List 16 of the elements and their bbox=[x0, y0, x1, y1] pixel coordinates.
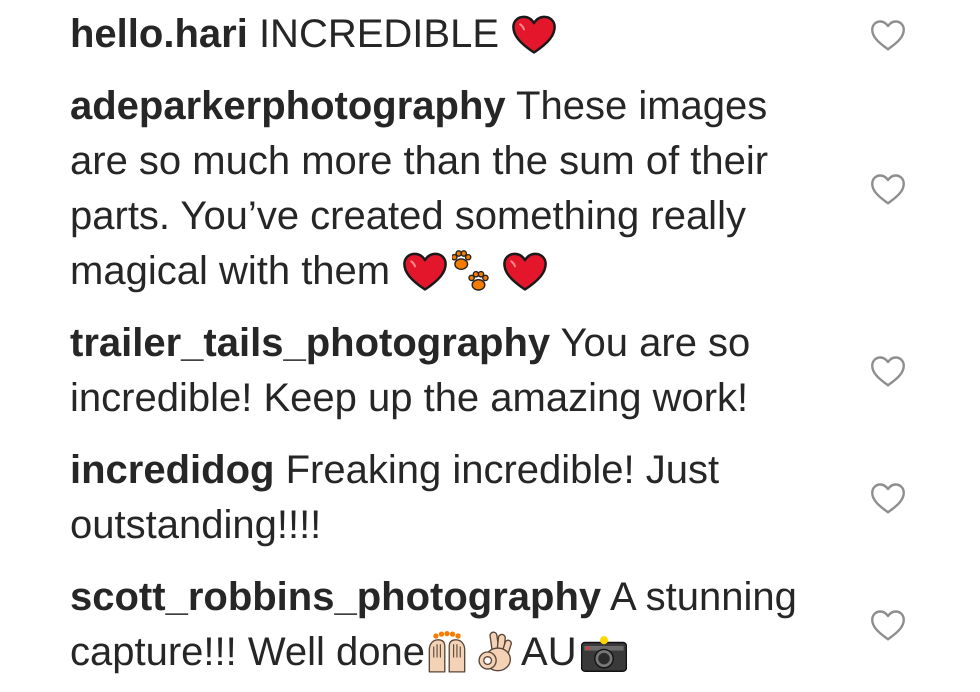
comment-text: adeparkerphotography These images are so much more than the sum of their parts. You’ve created something really magical with them bbox=[70, 83, 770, 295]
username-link[interactable]: adeparkerphotography bbox=[70, 84, 506, 128]
username-link[interactable]: trailer_tails_photography bbox=[70, 321, 550, 365]
username-link[interactable]: scott_robbins_photography bbox=[70, 575, 602, 619]
comment-text: incredidog Freaking incredible! Just outstanding!!!! bbox=[70, 447, 720, 549]
comment-text: scott_robbins_photography A stunning capture!!! Well done AU bbox=[70, 574, 798, 676]
comment-text: trailer_tails_photography You are so incredible! Keep up the amazing work! bbox=[70, 320, 752, 422]
heart-emoji-icon bbox=[402, 252, 448, 292]
heart-emoji-icon bbox=[502, 252, 548, 292]
camera-emoji-icon bbox=[580, 635, 627, 673]
ok-hand-emoji-icon bbox=[477, 631, 514, 673]
paw-prints-emoji-icon bbox=[452, 250, 490, 292]
username-link[interactable]: incredidog bbox=[70, 448, 274, 492]
comment-text: hello.hari INCREDIBLE bbox=[70, 7, 557, 62]
username-link[interactable]: hello.hari bbox=[70, 12, 248, 56]
heart-emoji-icon bbox=[511, 15, 557, 55]
